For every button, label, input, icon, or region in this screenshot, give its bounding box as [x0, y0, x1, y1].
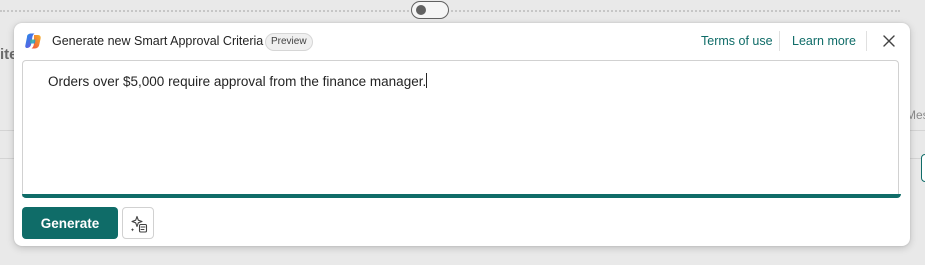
dialog-header: Generate new Smart Approval Criteria Pre…	[14, 23, 910, 59]
sparkle-prompt-icon	[130, 215, 148, 233]
background-control-fragment[interactable]	[921, 154, 925, 182]
prompt-guide-button[interactable]	[122, 207, 154, 239]
textarea-focus-indicator	[22, 194, 901, 198]
smart-approval-dialog: Generate new Smart Approval Criteria Pre…	[14, 23, 910, 246]
close-icon[interactable]	[880, 32, 898, 50]
background-line	[0, 130, 14, 131]
learn-more-link[interactable]: Learn more	[792, 34, 856, 48]
preview-badge: Preview	[265, 33, 313, 51]
background-divider	[0, 10, 900, 12]
dialog-title: Generate new Smart Approval Criteria	[52, 34, 264, 48]
toggle-knob	[416, 5, 426, 15]
prompt-text: Orders over $5,000 require approval from…	[48, 73, 428, 89]
terms-of-use-link[interactable]: Terms of use	[701, 34, 773, 48]
header-divider	[779, 31, 780, 51]
background-line	[910, 130, 925, 131]
generate-button[interactable]: Generate	[22, 207, 118, 239]
copilot-icon	[25, 33, 41, 49]
prompt-textarea[interactable]: Orders over $5,000 require approval from…	[22, 60, 899, 197]
background-toggle[interactable]	[411, 1, 449, 19]
prompt-text-value: Orders over $5,000 require approval from…	[48, 74, 427, 89]
background-line	[0, 158, 14, 159]
text-caret	[426, 73, 428, 88]
header-divider	[866, 31, 867, 51]
